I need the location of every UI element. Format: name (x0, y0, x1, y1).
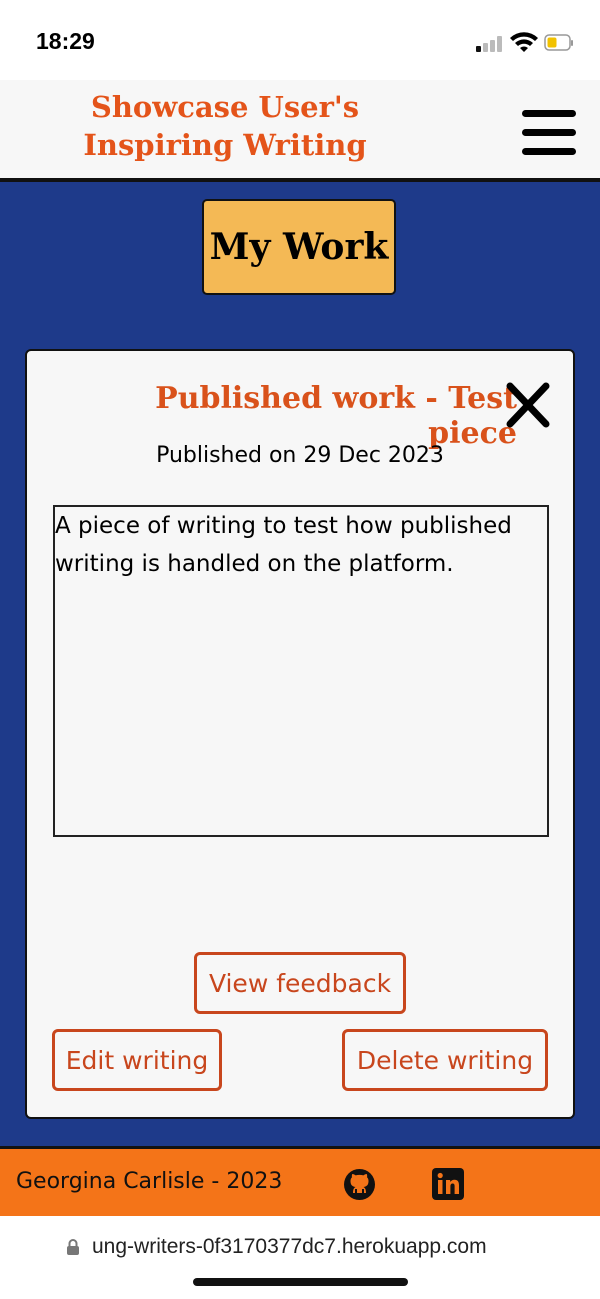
edit-writing-button[interactable]: Edit writing (52, 1029, 222, 1091)
browser-address-bar[interactable]: ung-writers-0f3170377dc7.herokuapp.com (0, 1216, 600, 1299)
published-date: Published on 29 Dec 2023 (156, 443, 444, 468)
card-title: Published work - Test piece (155, 381, 517, 451)
github-icon[interactable] (343, 1168, 376, 1201)
hamburger-menu-icon[interactable] (522, 110, 576, 156)
main-content: My Work Published work - Test piece Publ… (0, 182, 600, 1146)
url-text[interactable]: ung-writers-0f3170377dc7.herokuapp.com (92, 1235, 487, 1259)
wifi-icon (510, 32, 538, 52)
lock-icon (67, 1239, 79, 1255)
writing-card: Published work - Test piece Published on… (25, 349, 575, 1119)
site-footer: Georgina Carlisle - 2023 (0, 1146, 600, 1216)
site-header: Showcase User's Inspiring Writing (0, 80, 600, 182)
status-time: 18:29 (36, 28, 95, 54)
delete-writing-button[interactable]: Delete writing (342, 1029, 548, 1091)
home-indicator[interactable] (193, 1278, 408, 1286)
signal-icon (476, 36, 504, 52)
battery-icon (544, 34, 573, 51)
close-icon[interactable] (505, 381, 551, 429)
my-work-button[interactable]: My Work (202, 199, 396, 295)
site-brand[interactable]: Showcase User's Inspiring Writing (30, 88, 420, 164)
status-bar: 18:29 (0, 0, 600, 80)
footer-credit: Georgina Carlisle - 2023 (16, 1169, 283, 1194)
view-feedback-button[interactable]: View feedback (194, 952, 406, 1014)
linkedin-icon[interactable] (432, 1168, 464, 1200)
writing-content: A piece of writing to test how published… (53, 505, 549, 837)
